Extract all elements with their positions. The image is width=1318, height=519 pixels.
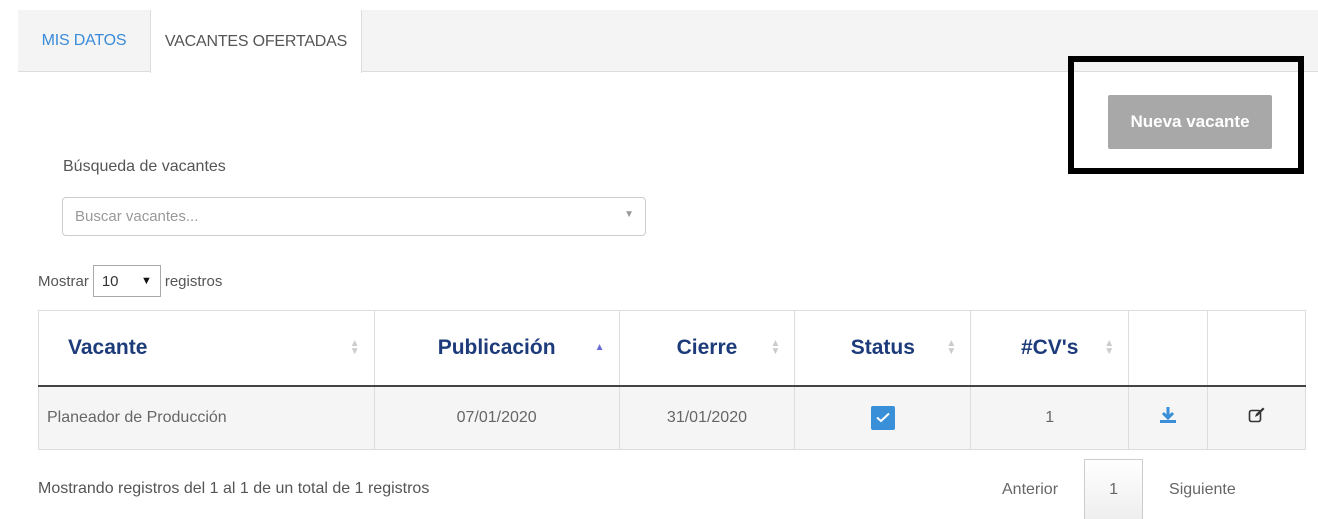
page: MIS DATOS VACANTES OFERTADAS Nueva vacan… xyxy=(0,0,1318,519)
cell-cvs: 1 xyxy=(970,385,1130,450)
new-vacancy-button[interactable]: Nueva vacante xyxy=(1108,95,1272,149)
edit-icon[interactable] xyxy=(1248,406,1266,429)
vacante-name: Planeador de Producción xyxy=(47,408,227,426)
sort-icon: ▲ ▼ xyxy=(946,337,957,357)
cell-status xyxy=(794,385,972,450)
column-header-cierre[interactable]: Cierre ▲ ▼ xyxy=(618,310,796,387)
page-1-button[interactable]: 1 xyxy=(1084,459,1144,519)
page-length-control: Mostrar 10 ▼ registros xyxy=(38,265,222,297)
status-checkbox[interactable] xyxy=(870,405,895,430)
column-header-label: #CV's xyxy=(1020,335,1079,359)
sort-icon: ▲ ▼ xyxy=(1104,337,1115,357)
column-header-label: Vacante xyxy=(68,335,148,359)
dropdown-arrow-icon: ▼ xyxy=(140,275,152,287)
column-header-publicacion[interactable]: Publicación ▲ xyxy=(373,310,620,387)
cell-download xyxy=(1128,385,1209,450)
cell-edit xyxy=(1207,385,1306,450)
search-label: Búsqueda de vacantes xyxy=(63,158,226,175)
tab-vacantes-ofertadas[interactable]: VACANTES OFERTADAS xyxy=(150,10,362,73)
sort-icon: ▲ ▼ xyxy=(770,337,781,357)
column-header-status[interactable]: Status ▲ ▼ xyxy=(794,310,972,387)
table-header-row: Vacante ▲ ▼ Publicación ▲ Cierre ▲ ▼ Sta… xyxy=(38,310,1306,387)
search-select[interactable]: Buscar vacantes... ▼ xyxy=(62,197,646,236)
download-icon[interactable] xyxy=(1159,406,1177,429)
pagination: Anterior 1 Siguiente xyxy=(1002,459,1236,519)
column-header-vacante[interactable]: Vacante ▲ ▼ xyxy=(38,310,375,387)
search-placeholder: Buscar vacantes... xyxy=(75,208,199,225)
page-length-value: 10 xyxy=(101,272,119,290)
cell-publicacion: 07/01/2020 xyxy=(373,385,620,450)
page-length-select[interactable]: 10 ▼ xyxy=(92,265,161,297)
cell-vacante: Planeador de Producción xyxy=(38,385,375,450)
column-header-download xyxy=(1128,310,1209,387)
vacancies-table: Vacante ▲ ▼ Publicación ▲ Cierre ▲ ▼ Sta… xyxy=(38,310,1306,450)
column-header-cvs[interactable]: #CV's ▲ ▼ xyxy=(970,310,1130,387)
column-header-label: Publicación xyxy=(437,335,556,359)
previous-page-button[interactable]: Anterior xyxy=(1002,481,1058,499)
table-row: Planeador de Producción 07/01/2020 31/01… xyxy=(38,385,1306,450)
page-length-prefix: Mostrar xyxy=(38,272,89,290)
column-header-label: Cierre xyxy=(676,335,738,359)
check-icon xyxy=(876,413,890,423)
column-header-label: Status xyxy=(850,335,915,359)
sort-ascending-icon: ▲ xyxy=(594,341,605,353)
sort-icon: ▲ ▼ xyxy=(349,337,360,357)
tab-mis-datos[interactable]: MIS DATOS xyxy=(18,10,150,72)
page-length-suffix: registros xyxy=(164,272,223,290)
next-page-button[interactable]: Siguiente xyxy=(1169,481,1236,499)
cell-cierre: 31/01/2020 xyxy=(618,385,796,450)
table-info: Mostrando registros del 1 al 1 de un tot… xyxy=(38,480,430,497)
chevron-down-icon: ▼ xyxy=(624,209,634,220)
column-header-edit xyxy=(1207,310,1306,387)
